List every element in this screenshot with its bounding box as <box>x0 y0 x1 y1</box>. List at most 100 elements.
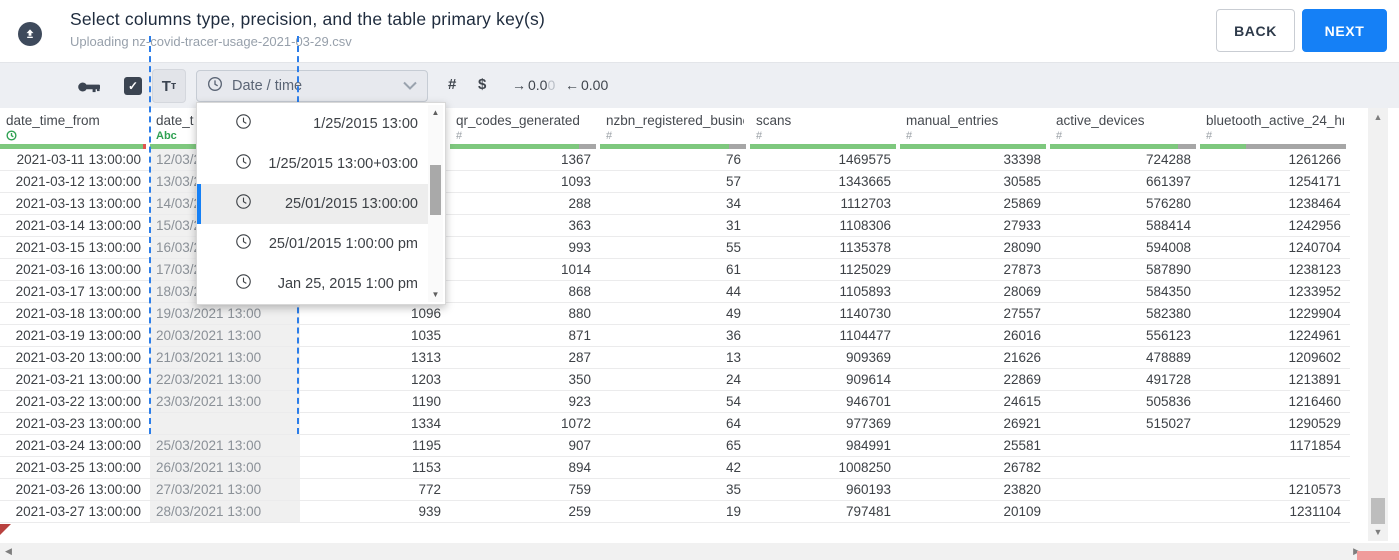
cell[interactable]: 1125029 <box>750 259 900 281</box>
cell[interactable]: 1469575 <box>750 149 900 171</box>
cell[interactable]: 350 <box>450 369 600 391</box>
cell[interactable]: 21/03/2021 13:00 <box>150 347 300 369</box>
date-format-option[interactable]: 25/01/2015 13:00:00 <box>197 184 430 224</box>
cell[interactable]: 19/03/2021 13:00 <box>150 303 300 325</box>
cell[interactable]: 2021-03-26 13:00:00 <box>0 479 150 501</box>
cell[interactable]: 1112703 <box>750 193 900 215</box>
cell[interactable]: 1213891 <box>1200 369 1350 391</box>
cell[interactable]: 797481 <box>750 501 900 523</box>
cell[interactable]: 871 <box>450 325 600 347</box>
cell[interactable]: 34 <box>600 193 750 215</box>
vertical-scrollbar[interactable]: ▲ ▼ <box>1368 108 1388 541</box>
cell[interactable]: 1313 <box>300 347 450 369</box>
cell[interactable]: 26921 <box>900 413 1050 435</box>
cell[interactable]: 1261266 <box>1200 149 1350 171</box>
cell[interactable]: 923 <box>450 391 600 413</box>
cell[interactable]: 20/03/2021 13:00 <box>150 325 300 347</box>
cell[interactable]: 23820 <box>900 479 1050 501</box>
date-format-option[interactable]: Jan 25, 2015 1:00 pm <box>197 264 430 304</box>
cell[interactable]: 505836 <box>1050 391 1200 413</box>
column-header[interactable]: manual_entries # <box>900 108 1050 144</box>
cell[interactable]: 1216460 <box>1200 391 1350 413</box>
cell[interactable]: 1224961 <box>1200 325 1350 347</box>
increase-precision-button[interactable]: → 0.00 <box>512 77 555 93</box>
cell[interactable]: 2021-03-23 13:00:00 <box>0 413 150 435</box>
cell[interactable]: 1108306 <box>750 215 900 237</box>
cell[interactable]: 894 <box>450 457 600 479</box>
cell[interactable]: 2021-03-13 13:00:00 <box>0 193 150 215</box>
cell[interactable]: 2021-03-16 13:00:00 <box>0 259 150 281</box>
cell[interactable]: 1153 <box>300 457 450 479</box>
scroll-up-icon[interactable]: ▲ <box>1368 112 1388 122</box>
cell[interactable]: 491728 <box>1050 369 1200 391</box>
next-button[interactable]: NEXT <box>1302 9 1387 52</box>
cell[interactable]: 35 <box>600 479 750 501</box>
cell[interactable]: 33398 <box>900 149 1050 171</box>
cell[interactable]: 49 <box>600 303 750 325</box>
cell[interactable]: 31 <box>600 215 750 237</box>
cell[interactable]: 1231104 <box>1200 501 1350 523</box>
cell[interactable]: 287 <box>450 347 600 369</box>
cell[interactable]: 1254171 <box>1200 171 1350 193</box>
cell[interactable]: 960193 <box>750 479 900 501</box>
scroll-left-icon[interactable]: ◀ <box>5 546 12 557</box>
cell[interactable] <box>1050 457 1200 479</box>
cell[interactable]: 1229904 <box>1200 303 1350 325</box>
cell[interactable]: 30585 <box>900 171 1050 193</box>
cell[interactable]: 1233952 <box>1200 281 1350 303</box>
cell[interactable]: 24615 <box>900 391 1050 413</box>
cell[interactable]: 1343665 <box>750 171 900 193</box>
cell[interactable]: 515027 <box>1050 413 1200 435</box>
column-header[interactable]: nzbn_registered_busine # <box>600 108 750 144</box>
cell[interactable]: 587890 <box>1050 259 1200 281</box>
cell[interactable]: 57 <box>600 171 750 193</box>
date-format-option[interactable]: 25/01/2015 1:00:00 pm <box>197 224 430 264</box>
cell[interactable]: 36 <box>600 325 750 347</box>
back-button[interactable]: BACK <box>1216 9 1295 52</box>
scroll-up-icon[interactable]: ▲ <box>428 108 443 117</box>
cell[interactable]: 1195 <box>300 435 450 457</box>
cell[interactable]: 584350 <box>1050 281 1200 303</box>
cell[interactable]: 22869 <box>900 369 1050 391</box>
cell[interactable]: 1240704 <box>1200 237 1350 259</box>
cell[interactable]: 28090 <box>900 237 1050 259</box>
cell[interactable]: 363 <box>450 215 600 237</box>
cell[interactable]: 25/03/2021 13:00 <box>150 435 300 457</box>
horizontal-scrollbar[interactable]: ◀ ▶ <box>0 543 1368 560</box>
column-type-select[interactable]: Date / time <box>196 70 428 102</box>
cell[interactable]: 2021-03-14 13:00:00 <box>0 215 150 237</box>
cell[interactable]: 2021-03-25 13:00:00 <box>0 457 150 479</box>
cell[interactable]: 76 <box>600 149 750 171</box>
cell[interactable]: 1008250 <box>750 457 900 479</box>
cell[interactable]: 946701 <box>750 391 900 413</box>
cell[interactable]: 993 <box>450 237 600 259</box>
currency-type-icon[interactable]: $ <box>478 76 486 93</box>
cell[interactable]: 28/03/2021 13:00 <box>150 501 300 523</box>
cell[interactable]: 24 <box>600 369 750 391</box>
cell[interactable]: 2021-03-20 13:00:00 <box>0 347 150 369</box>
cell[interactable]: 1190 <box>300 391 450 413</box>
cell[interactable]: 25581 <box>900 435 1050 457</box>
date-format-option[interactable]: 1/25/2015 13:00 <box>197 104 430 144</box>
cell[interactable]: 1014 <box>450 259 600 281</box>
cell[interactable]: 1210573 <box>1200 479 1350 501</box>
cell[interactable]: 1135378 <box>750 237 900 259</box>
dropdown-scrollbar-thumb[interactable] <box>430 165 441 215</box>
cell[interactable]: 2021-03-11 13:00:00 <box>0 149 150 171</box>
cell[interactable]: 2021-03-24 13:00:00 <box>0 435 150 457</box>
cell[interactable]: 54 <box>600 391 750 413</box>
column-header[interactable]: qr_codes_generated # <box>450 108 600 144</box>
cell[interactable]: 1035 <box>300 325 450 347</box>
cell[interactable]: 13 <box>600 347 750 369</box>
cell[interactable]: 759 <box>450 479 600 501</box>
cell[interactable]: 1096 <box>300 303 450 325</box>
cell[interactable]: 1105893 <box>750 281 900 303</box>
cell[interactable]: 27/03/2021 13:00 <box>150 479 300 501</box>
cell[interactable]: 21626 <box>900 347 1050 369</box>
cell[interactable]: 576280 <box>1050 193 1200 215</box>
cell[interactable]: 594008 <box>1050 237 1200 259</box>
cell[interactable]: 19 <box>600 501 750 523</box>
cell[interactable]: 65 <box>600 435 750 457</box>
column-header[interactable]: active_devices # <box>1050 108 1200 144</box>
cell[interactable]: 2021-03-22 13:00:00 <box>0 391 150 413</box>
